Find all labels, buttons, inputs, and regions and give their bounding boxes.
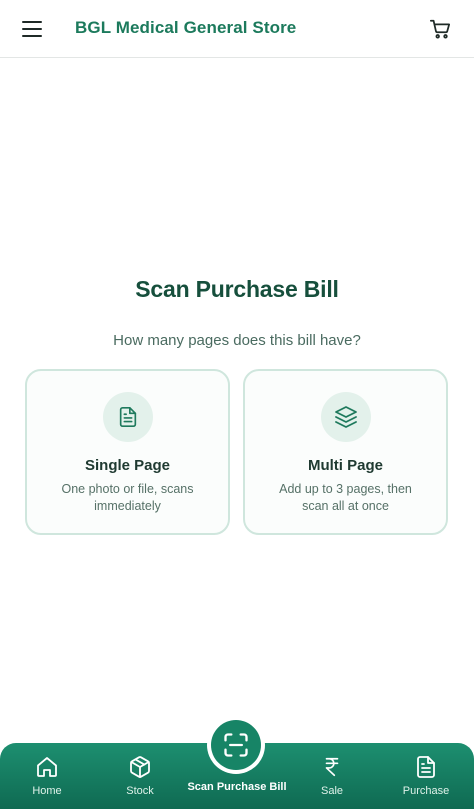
- layers-icon-badge: [320, 392, 371, 442]
- option-description: Add up to 3 pages, then scan all at once: [279, 482, 412, 513]
- hamburger-menu-icon: [22, 21, 42, 37]
- box-icon: [128, 754, 152, 780]
- page-subtitle: How many pages does this bill have?: [113, 332, 361, 349]
- nav-label: Stock: [126, 785, 154, 797]
- document-icon: [414, 754, 438, 780]
- option-description: One photo or file, scans immediately: [61, 482, 194, 513]
- option-title: Multi Page: [307, 457, 383, 474]
- option-title: Single Page: [84, 457, 171, 474]
- nav-label-scan-purchase-bill[interactable]: Scan Purchase Bill: [172, 781, 302, 793]
- nav-item-sale[interactable]: Sale: [287, 743, 377, 809]
- rupee-icon: [321, 754, 343, 780]
- home-icon: [35, 754, 59, 780]
- store-title: BGL Medical General Store: [75, 18, 297, 37]
- scan-button-inner: [211, 720, 261, 770]
- nav-label: Home: [32, 785, 62, 797]
- nav-item-stock[interactable]: Stock: [95, 743, 185, 809]
- multi-page-option[interactable]: Multi Page Add up to 3 pages, then scan …: [243, 369, 448, 535]
- shopping-cart-icon: [429, 19, 451, 39]
- scan-purchase-bill-button[interactable]: [207, 716, 265, 774]
- page-title: Scan Purchase Bill: [135, 276, 339, 302]
- nav-label: Purchase: [402, 785, 450, 797]
- top-app-bar: BGL Medical General Store: [0, 0, 474, 58]
- document-icon: [119, 407, 136, 427]
- app-screen: BGL Medical General Store Scan Purchase …: [0, 0, 474, 809]
- menu-button[interactable]: [18, 14, 48, 44]
- cart-button[interactable]: [426, 15, 454, 43]
- nav-item-purchase[interactable]: Purchase: [381, 743, 471, 809]
- nav-item-home[interactable]: Home: [2, 743, 92, 809]
- scan-icon: [224, 733, 248, 757]
- layers-icon: [334, 406, 357, 428]
- document-icon-badge: [102, 392, 153, 442]
- single-page-option[interactable]: Single Page One photo or file, scans imm…: [25, 369, 230, 535]
- nav-label: Sale: [320, 785, 344, 797]
